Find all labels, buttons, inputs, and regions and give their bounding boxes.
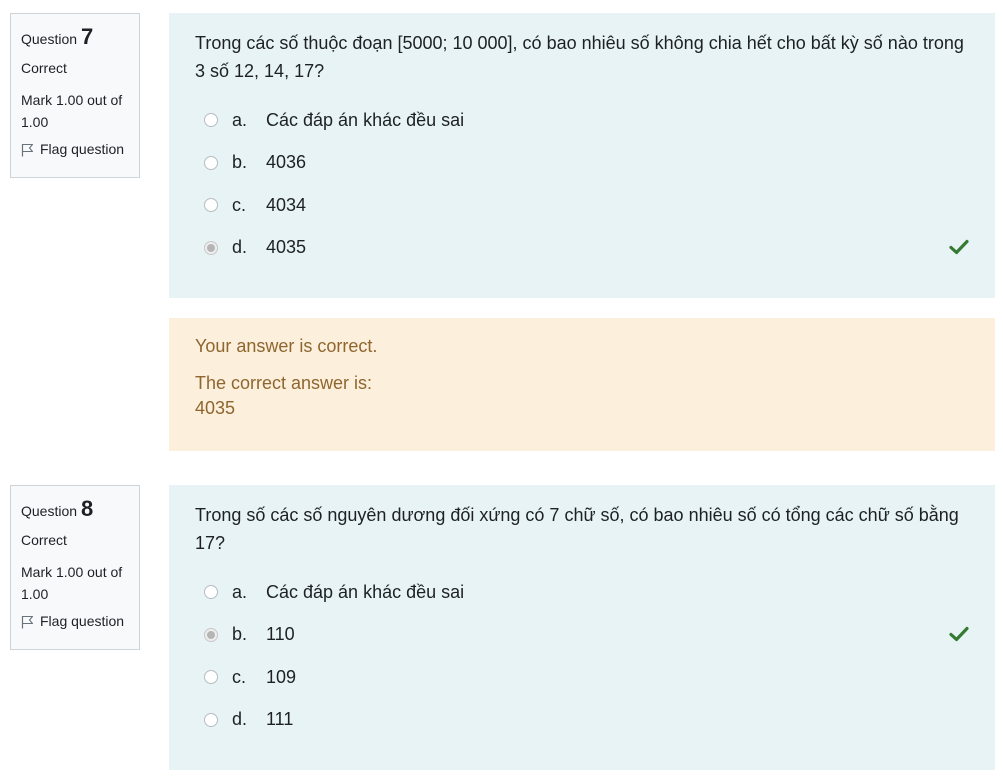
answer-text: 4034 — [266, 194, 307, 215]
flag-question-label: Flag question — [40, 141, 125, 158]
question-state: Correct — [21, 532, 67, 549]
answer-list: a. Các đáp án khác đều sai b. 110 c. 109… — [195, 571, 969, 741]
answer-letter: b. — [232, 152, 248, 173]
answer-radio[interactable] — [204, 113, 218, 128]
question-8-content: Trong số các số nguyên dương đối xứng có… — [169, 485, 995, 770]
question-7-info: Question 7 Correct Mark 1.00 out of 1.00… — [10, 13, 140, 178]
answer-radio[interactable] — [204, 198, 218, 213]
correct-answer-value: 4035 — [195, 398, 236, 418]
flag-icon — [21, 615, 34, 629]
answer-text: 109 — [266, 666, 297, 687]
answer-text: 4035 — [266, 237, 307, 258]
answer-letter: c. — [232, 666, 247, 687]
answer-text: 4036 — [266, 152, 307, 173]
answer-option-a[interactable]: a. Các đáp án khác đều sai — [195, 99, 969, 142]
answer-option-a[interactable]: a. Các đáp án khác đều sai — [195, 571, 969, 614]
question-state: Correct — [21, 60, 67, 77]
question-grade: Mark 1.00 out of 1.00 — [21, 564, 123, 603]
answer-letter: a. — [232, 109, 248, 130]
question-number: Question 8 — [21, 496, 94, 521]
question-text: Trong số các số nguyên dương đối xứng có… — [195, 505, 959, 553]
answer-option-c[interactable]: c. 109 — [195, 656, 969, 699]
answer-radio-selected[interactable] — [204, 627, 218, 642]
answer-option-d[interactable]: d. 4035 — [195, 227, 969, 270]
answer-letter: d. — [232, 709, 248, 730]
answer-text: 110 — [266, 624, 295, 645]
question-text: Trong các số thuộc đoạn [5000; 10 000], … — [195, 33, 964, 81]
answer-radio[interactable] — [204, 712, 218, 727]
answer-text: 111 — [266, 709, 294, 730]
correct-check-icon — [949, 239, 969, 254]
question-number: Question 7 — [21, 24, 94, 49]
answer-letter: d. — [232, 237, 248, 258]
correct-check-icon — [949, 626, 969, 641]
answer-option-b[interactable]: b. 4036 — [195, 142, 969, 185]
correct-answer-label: The correct answer is: — [195, 373, 373, 393]
answer-radio[interactable] — [204, 585, 218, 600]
question-7-content: Trong các số thuộc đoạn [5000; 10 000], … — [169, 13, 995, 298]
question-8-info: Question 8 Correct Mark 1.00 out of 1.00… — [10, 485, 140, 650]
answer-letter: b. — [232, 624, 248, 645]
flag-question-label: Flag question — [40, 613, 125, 630]
feedback-result: Your answer is correct. — [195, 336, 378, 356]
answer-text: Các đáp án khác đều sai — [266, 109, 465, 130]
flag-question-button[interactable]: Flag question — [21, 141, 129, 158]
flag-icon — [21, 143, 34, 157]
answer-option-d[interactable]: d. 111 — [195, 699, 969, 742]
question-grade: Mark 1.00 out of 1.00 — [21, 92, 123, 131]
answer-letter: a. — [232, 581, 248, 602]
question-7-feedback: Your answer is correct. The correct answ… — [169, 318, 995, 451]
answer-text: Các đáp án khác đều sai — [266, 581, 465, 602]
flag-question-button[interactable]: Flag question — [21, 613, 129, 630]
answer-radio-selected[interactable] — [204, 240, 218, 255]
answer-radio[interactable] — [204, 155, 218, 170]
answer-radio[interactable] — [204, 670, 218, 685]
answer-list: a. Các đáp án khác đều sai b. 4036 c. 40… — [195, 99, 969, 269]
answer-option-b[interactable]: b. 110 — [195, 614, 969, 657]
answer-option-c[interactable]: c. 4034 — [195, 184, 969, 227]
answer-letter: c. — [232, 194, 247, 215]
